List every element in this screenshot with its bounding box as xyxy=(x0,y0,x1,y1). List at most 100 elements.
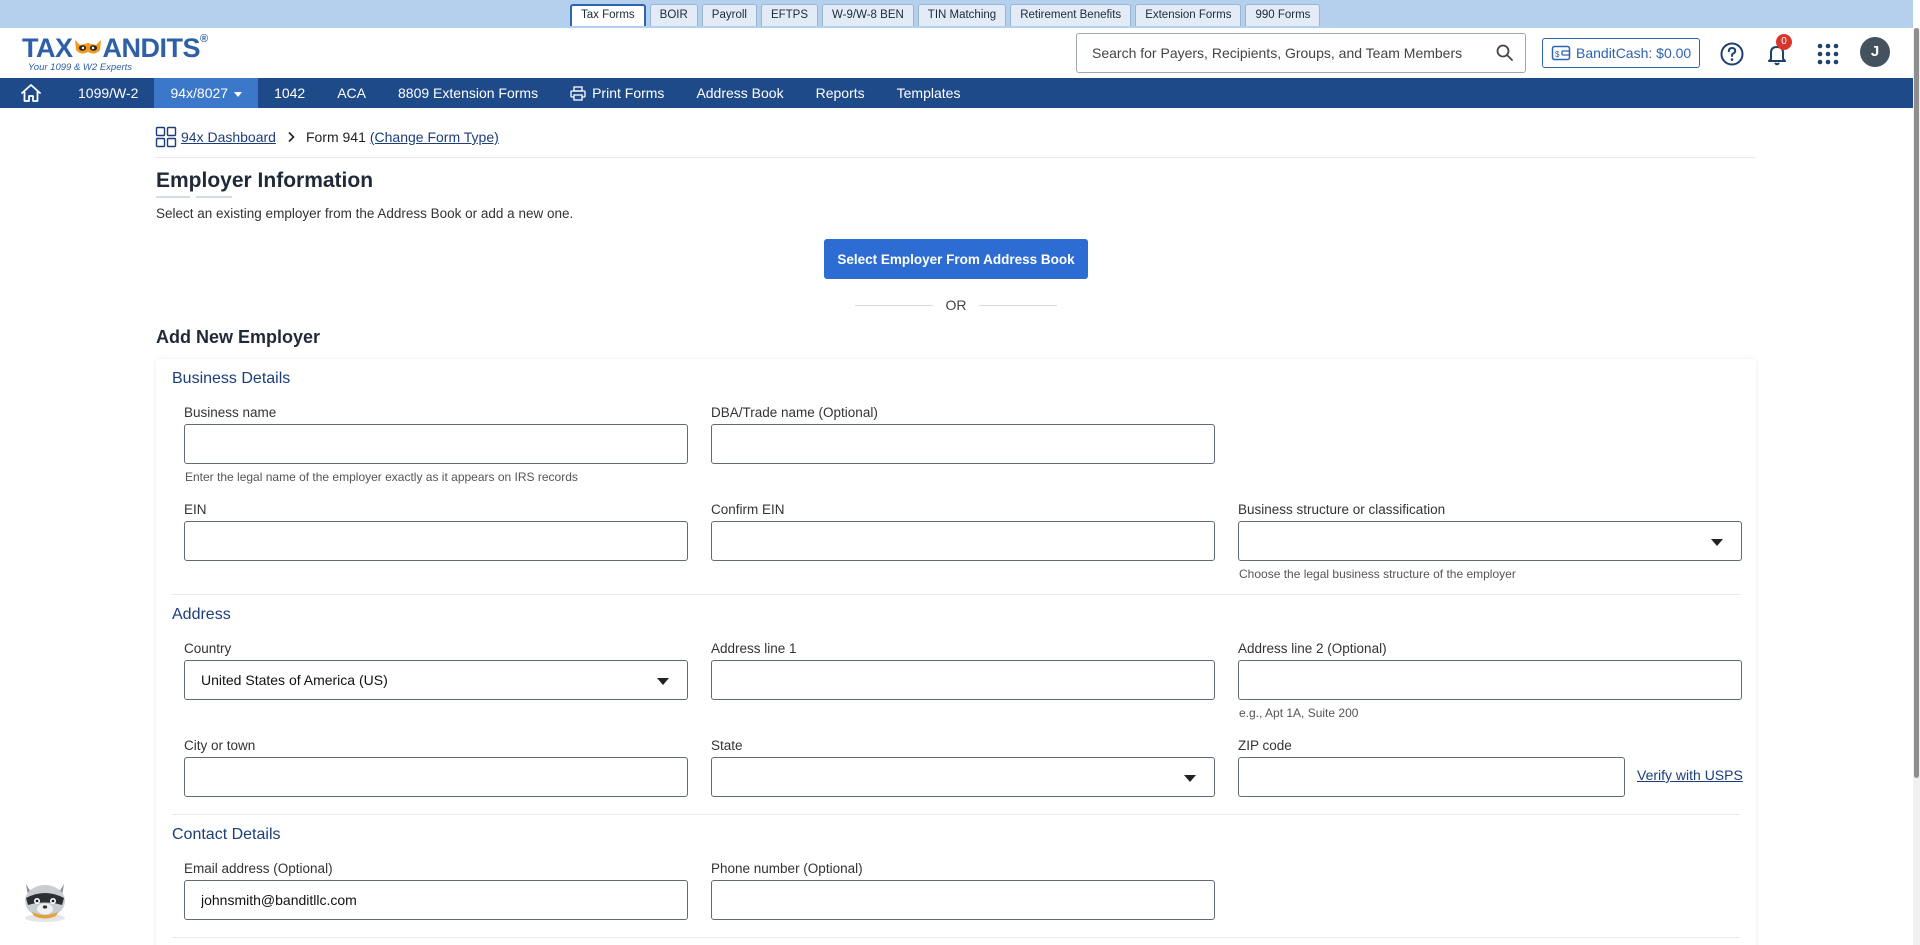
raccoon-mascot-icon[interactable] xyxy=(18,874,72,924)
city-input[interactable] xyxy=(185,758,687,796)
phone-input[interactable] xyxy=(712,881,1214,919)
taxbandits-logo[interactable]: TAX ANDITS® Your 1099 & W2 Experts xyxy=(22,31,208,75)
nav-templates-label: Templates xyxy=(896,85,961,101)
dashboard-grid-icon xyxy=(155,126,177,148)
apps-grid-icon[interactable] xyxy=(1815,41,1841,67)
dropdown-arrow-icon xyxy=(657,678,669,685)
state-select[interactable] xyxy=(711,757,1215,797)
search-input[interactable] xyxy=(1092,34,1482,72)
breadcrumb-94x-dashboard[interactable]: 94x Dashboard xyxy=(181,129,276,145)
nav-aca-label: ACA xyxy=(337,85,367,101)
change-form-type-link[interactable]: (Change Form Type) xyxy=(370,129,499,145)
nav-print-forms[interactable]: Print Forms xyxy=(554,78,680,108)
or-divider: OR xyxy=(855,297,1057,313)
tab-990-forms[interactable]: 990 Forms xyxy=(1245,4,1321,26)
tab-retirement-benefits[interactable]: Retirement Benefits xyxy=(1010,4,1132,26)
phone-field xyxy=(711,880,1215,920)
nav-94x-8027-label: 94x/8027 xyxy=(170,85,229,101)
verify-usps-link[interactable]: Verify with USPS xyxy=(1637,767,1743,783)
contact-details-title: Contact Details xyxy=(172,826,281,843)
nav-1099-w2[interactable]: 1099/W-2 xyxy=(62,78,154,108)
bandit-cash-label: BanditCash: $0.00 xyxy=(1576,45,1692,61)
nav-8809-extension-forms[interactable]: 8809 Extension Forms xyxy=(382,78,554,108)
logo-text-tax: TAX xyxy=(22,33,73,63)
section-divider xyxy=(172,594,1740,595)
breadcrumb: 94x Dashboard Form 941 (Change Form Type… xyxy=(155,126,499,148)
business-name-input[interactable] xyxy=(185,425,687,463)
ein-field xyxy=(184,521,688,561)
nav-94x-8027[interactable]: 94x/8027 xyxy=(154,78,259,108)
dropdown-arrow-icon xyxy=(1184,775,1196,782)
tab-eftps[interactable]: EFTPS xyxy=(760,4,819,26)
nav-1042[interactable]: 1042 xyxy=(258,78,321,108)
state-label: State xyxy=(711,738,743,753)
printer-icon xyxy=(570,85,586,101)
svg-text:$: $ xyxy=(1555,50,1560,59)
tab-tin-matching[interactable]: TIN Matching xyxy=(917,4,1007,26)
address-line1-input[interactable] xyxy=(712,661,1214,699)
bandit-cash-button[interactable]: $ BanditCash: $0.00 xyxy=(1542,38,1700,68)
search-icon[interactable] xyxy=(1495,43,1515,63)
notification-badge: 0 xyxy=(1776,34,1792,50)
tab-payroll[interactable]: Payroll xyxy=(701,4,757,26)
product-tab-strip: Tax Forms BOIR Payroll EFTPS W-9/W-8 BEN… xyxy=(0,0,1913,28)
nav-1099-w2-label: 1099/W-2 xyxy=(78,85,139,101)
tab-boir[interactable]: BOIR xyxy=(649,4,698,26)
page-scrollbar[interactable] xyxy=(1913,28,1920,945)
nav-reports-label: Reports xyxy=(815,85,865,101)
nav-templates[interactable]: Templates xyxy=(881,78,977,108)
business-structure-label: Business structure or classification xyxy=(1238,502,1446,517)
zip-label: ZIP code xyxy=(1238,738,1292,753)
nav-reports[interactable]: Reports xyxy=(800,78,881,108)
logo-text-andits: ANDITS xyxy=(102,33,201,63)
tab-w9-w8ben[interactable]: W-9/W-8 BEN xyxy=(822,4,914,26)
country-label: Country xyxy=(184,641,232,656)
confirm-ein-field xyxy=(711,521,1215,561)
country-value: United States of America (US) xyxy=(201,672,388,688)
email-field xyxy=(184,880,688,920)
business-name-hint: Enter the legal name of the employer exa… xyxy=(185,470,578,484)
address-line2-field xyxy=(1238,660,1742,700)
tab-tax-forms[interactable]: Tax Forms xyxy=(570,4,646,26)
nav-address-book-label: Address Book xyxy=(696,85,784,101)
zip-input[interactable] xyxy=(1239,758,1624,796)
section-divider xyxy=(172,937,1740,938)
logo-registered: ® xyxy=(200,33,208,45)
email-input[interactable] xyxy=(185,881,687,919)
city-field xyxy=(184,757,688,797)
dba-input[interactable] xyxy=(712,425,1214,463)
or-text: OR xyxy=(945,297,967,313)
user-avatar[interactable]: J xyxy=(1860,37,1890,67)
address-line1-field xyxy=(711,660,1215,700)
scrollbar-thumb[interactable] xyxy=(1914,28,1919,778)
country-select[interactable]: United States of America (US) xyxy=(184,660,688,700)
email-label: Email address (Optional) xyxy=(184,861,333,876)
business-details-title: Business Details xyxy=(172,370,291,387)
confirm-ein-label: Confirm EIN xyxy=(711,502,785,517)
main-navigation: 1099/W-2 94x/8027 1042 ACA 8809 Extensio… xyxy=(0,78,1913,108)
add-new-employer-title: Add New Employer xyxy=(156,327,321,347)
business-structure-hint: Choose the legal business structure of t… xyxy=(1239,567,1516,581)
wallet-icon: $ xyxy=(1551,45,1571,61)
ein-label: EIN xyxy=(184,502,207,517)
address-line2-input[interactable] xyxy=(1239,661,1741,699)
ein-input[interactable] xyxy=(185,522,687,560)
select-employer-button[interactable]: Select Employer From Address Book xyxy=(824,239,1088,279)
breadcrumb-form-941: Form 941 xyxy=(305,129,366,145)
business-structure-select[interactable] xyxy=(1238,521,1742,561)
business-name-field xyxy=(184,424,688,464)
breadcrumb-divider xyxy=(155,157,1755,158)
nav-home[interactable] xyxy=(0,78,62,108)
nav-address-book[interactable]: Address Book xyxy=(680,78,799,108)
address-line2-hint: e.g., Apt 1A, Suite 200 xyxy=(1239,706,1359,720)
product-tabs: Tax Forms BOIR Payroll EFTPS W-9/W-8 BEN… xyxy=(570,4,1321,26)
home-icon xyxy=(21,84,41,102)
confirm-ein-input[interactable] xyxy=(712,522,1214,560)
help-circle-icon[interactable] xyxy=(1719,41,1745,67)
page-subtitle: Select an existing employer from the Add… xyxy=(156,206,574,221)
page-title: Employer Information xyxy=(156,169,374,192)
tab-extension-forms[interactable]: Extension Forms xyxy=(1135,4,1242,26)
zip-field xyxy=(1238,757,1625,797)
dba-label: DBA/Trade name (Optional) xyxy=(711,405,878,420)
nav-aca[interactable]: ACA xyxy=(321,78,382,108)
